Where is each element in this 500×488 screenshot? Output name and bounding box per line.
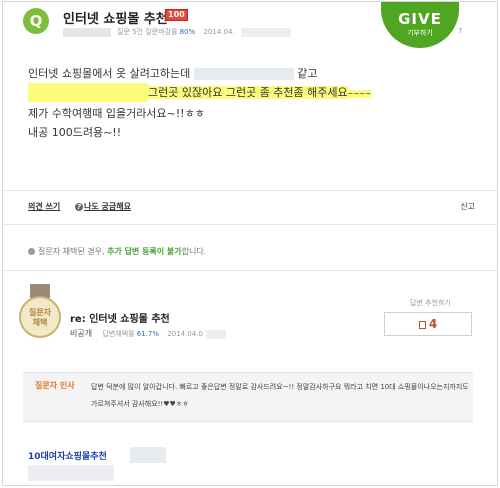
- redacted-link-line: [28, 465, 114, 481]
- answer-rate: 61.7%: [136, 330, 160, 338]
- question-actions: 의견 쓰기 ? 나도 궁금해요: [28, 201, 143, 212]
- thanks-text: 답변 덕분에 많이 알아갑니다. 빠르고 좋은답변 정말로 감사드려요~!! 정…: [91, 383, 469, 408]
- medal-disc: 질문자 채택: [19, 296, 61, 338]
- question-mark-icon: ?: [75, 203, 84, 211]
- question-title[interactable]: 인터넷 쇼핑몰 추천: [63, 8, 168, 27]
- adopted-medal-icon: 질문자 채택: [17, 284, 63, 340]
- meta-date: 2014.04.: [203, 28, 235, 36]
- report-link[interactable]: 신고: [460, 201, 475, 212]
- question-meta: 질문 5건 질문마감률 80% 2014.04.: [63, 27, 291, 37]
- question-badge: Q: [23, 8, 49, 34]
- meta-text: 질문 5건 질문마감률: [117, 28, 178, 36]
- comment-link[interactable]: 의견 쓰기: [28, 202, 60, 211]
- author-redacted: [63, 27, 111, 37]
- question-line: 그런곳 있잖아요 그런곳 좀 추천좀 해주세요~~~~: [28, 83, 372, 104]
- date-redacted: [240, 27, 291, 37]
- thumbs-up-icon: [418, 320, 426, 329]
- me-too-link[interactable]: ? 나도 궁금해요: [75, 202, 131, 211]
- answer-rate-label: 답변채택률: [102, 330, 135, 338]
- recommend-label: 답변 추천하기: [410, 299, 451, 307]
- info-icon: [28, 248, 35, 255]
- give-label: GIVE: [398, 10, 442, 28]
- recommend-count: 4: [428, 317, 438, 331]
- answer-link[interactable]: 10대여자쇼핑몰추천: [28, 449, 107, 462]
- give-button[interactable]: GIVE 기부하기: [381, 2, 459, 48]
- give-sublabel: 기부하기: [407, 29, 433, 37]
- qna-panel: Q 인터넷 쇼핑몰 추천 100 질문 5건 질문마감률 80% 2014.04…: [2, 1, 498, 486]
- redacted-link-part: [130, 447, 166, 463]
- question-line: 인터넷 쇼핑몰에서 옷 살려고하는데 같고: [28, 67, 318, 80]
- recommend-button[interactable]: 4: [384, 312, 472, 336]
- adoption-notice: 질문자 채택된 경우, 추가 답변 등록이 불가합니다.: [28, 246, 206, 257]
- question-line: 제가 수학여행때 입을거라서요~!!ㅎㅎ: [28, 107, 205, 120]
- divider: [3, 224, 497, 225]
- date-redacted: [205, 329, 226, 339]
- question-line: 내공 100드려용~!!: [28, 126, 122, 139]
- answer-author: 비공개: [70, 329, 93, 338]
- divider: [3, 270, 497, 271]
- points-badge: 100: [165, 9, 188, 21]
- answer-date: 2014.04.0: [167, 330, 203, 338]
- answer-title[interactable]: re: 인터넷 쇼핑몰 추천: [70, 310, 170, 325]
- questioner-thanks: 질문자 인사 답변 덕분에 많이 알아갑니다. 빠르고 좋은답변 정말로 감사드…: [23, 372, 473, 422]
- redacted-text: [193, 68, 294, 80]
- meta-rate: 80%: [179, 28, 196, 36]
- answer-meta: 비공개 답변채택률 61.7% 2014.04.0: [70, 328, 226, 339]
- question-header: Q 인터넷 쇼핑몰 추천 100 질문 5건 질문마감률 80% 2014.04…: [3, 2, 497, 48]
- divider: [3, 190, 497, 191]
- thanks-label: 질문자 인사: [35, 381, 75, 390]
- question-body: 인터넷 쇼핑몰에서 옷 살려고하는데 같고 그런곳 있잖아요 그런곳 좀 추천좀…: [28, 64, 372, 142]
